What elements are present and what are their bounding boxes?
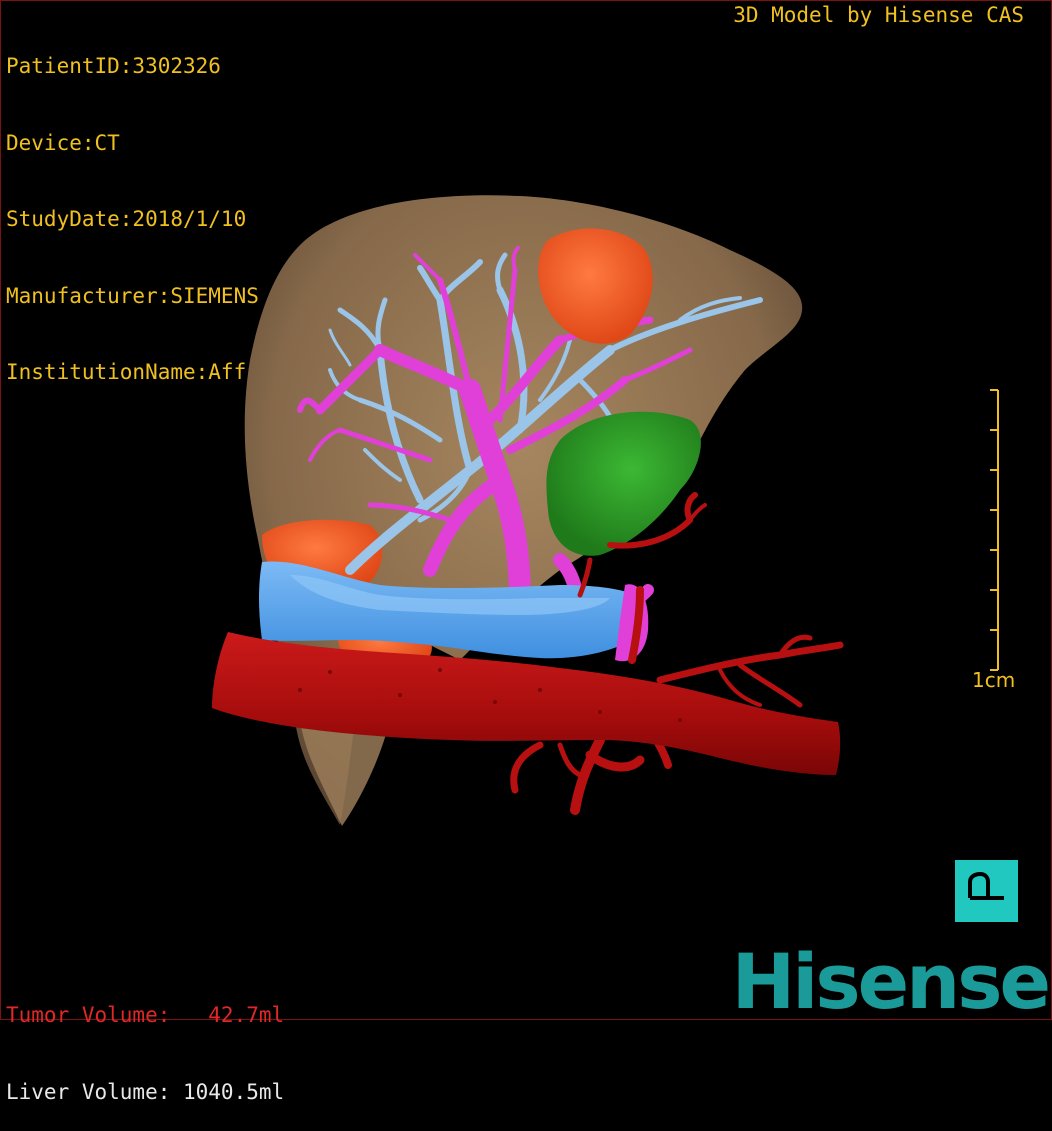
scale-bar-label: 1cm [972, 668, 1016, 692]
gallbladder [546, 411, 701, 556]
posterior-p-icon [967, 871, 1004, 900]
volume-readouts: Tumor Volume: 42.7ml Liver Volume: 1040.… [6, 952, 284, 1131]
hisense-logo: Hisense [731, 937, 1051, 1026]
orientation-posterior-button[interactable] [955, 860, 1018, 922]
liver-3d-model-viewport[interactable] [0, 0, 1052, 1020]
scale-bar [990, 389, 999, 671]
liver-volume-text: Liver Volume: 1040.5ml [6, 1079, 285, 1104]
tumor-volume-text: Tumor Volume: 42.7ml [6, 1003, 285, 1027]
